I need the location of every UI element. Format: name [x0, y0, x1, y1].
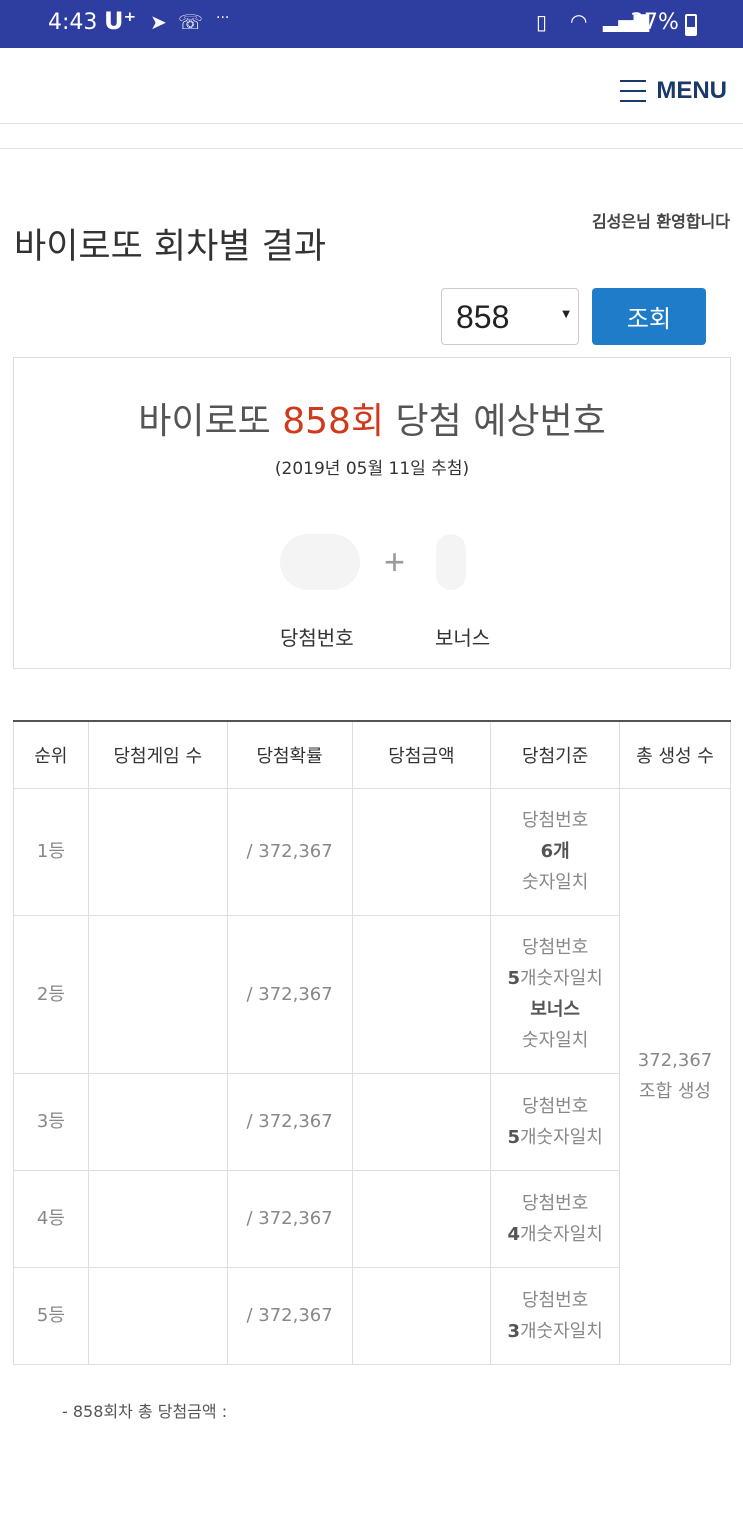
games-cell: [87, 1266, 228, 1365]
bonus-number-label: 보너스: [435, 626, 491, 650]
vibrate-icon: ▯: [536, 10, 548, 34]
rank-cell: 2등: [13, 914, 89, 1074]
menu-label: MENU: [656, 77, 727, 104]
rank-cell: 1등: [13, 787, 89, 916]
games-cell: [87, 1169, 228, 1268]
criteria-line: 숫자일치: [522, 1030, 589, 1051]
total-count: 372,367: [637, 1050, 713, 1071]
probability-cell: / 372,367: [226, 914, 353, 1074]
criteria-line: 5개숫자일치: [491, 963, 619, 994]
plus-icon: +: [384, 541, 406, 582]
send-icon: ➤: [150, 10, 167, 34]
result-title-suffix: 당첨 예상번호: [384, 401, 606, 442]
status-time: 4:43: [48, 10, 98, 35]
search-button[interactable]: 조회: [592, 288, 706, 345]
criteria-count: 5: [507, 1126, 520, 1148]
amount-cell: [351, 1266, 492, 1365]
criteria-cell: 당첨번호 5개숫자일치 보너스 숫자일치: [490, 914, 621, 1074]
round-select-value: 858: [456, 299, 510, 335]
criteria-line: 당첨번호: [522, 1192, 589, 1214]
phone-icon: ☏: [178, 10, 204, 34]
main-number-ball: [280, 534, 360, 590]
header-probability: 당첨확률: [226, 721, 353, 789]
criteria-count: 5: [507, 968, 520, 989]
criteria-count: 6: [540, 841, 554, 862]
criteria-line: 6개: [491, 836, 619, 867]
total-label: 조합 생성: [639, 1081, 711, 1102]
games-cell: [87, 1072, 228, 1171]
criteria-cell: 당첨번호 6개 숫자일치: [490, 787, 621, 916]
result-title-prefix: 바이로또: [138, 401, 283, 442]
total-cell: 372,367 조합 생성: [619, 787, 731, 1365]
criteria-text: 개숫자일치: [520, 1126, 603, 1148]
criteria-text: 개숫자일치: [520, 1223, 603, 1245]
carrier-logo: U⁺: [104, 7, 137, 35]
probability-cell: / 372,367: [226, 1169, 353, 1268]
header-criteria: 당첨기준: [490, 721, 621, 789]
result-panel: 바이로또 858회 당첨 예상번호 (2019년 05월 11일 추첨) + 당…: [13, 357, 731, 669]
criteria-cell: 당첨번호 5개숫자일치: [490, 1072, 621, 1171]
games-cell: [87, 787, 228, 916]
criteria-line: 숫자일치: [522, 872, 589, 893]
wifi-icon: ◠: [570, 9, 588, 33]
rank-cell: 5등: [13, 1266, 89, 1365]
criteria-line: 5개숫자일치: [491, 1122, 619, 1153]
games-cell: [87, 914, 228, 1074]
main-number-label: 당첨번호: [280, 626, 354, 650]
prize-table: 순위 당첨게임 수 당첨확률 당첨금액 당첨기준 총 생성 수 1등 / 372…: [13, 720, 731, 1365]
probability-cell: / 372,367: [226, 787, 353, 916]
more-icon: ···: [216, 10, 230, 26]
criteria-count: 4: [507, 1223, 520, 1245]
welcome-message: 김성은님 환영합니다: [591, 212, 730, 231]
header-games: 당첨게임 수: [87, 721, 228, 789]
amount-cell: [351, 787, 492, 916]
amount-cell: [351, 1169, 492, 1268]
table-header-row: 순위 당첨게임 수 당첨확률 당첨금액 당첨기준 총 생성 수: [13, 721, 731, 789]
battery-icon: [685, 14, 697, 36]
amount-cell: [351, 1072, 492, 1171]
result-round: 858회: [282, 401, 385, 442]
battery-percent: 37%: [630, 10, 679, 35]
amount-cell: [351, 914, 492, 1074]
draw-date: (2019년 05월 11일 추첨): [274, 459, 470, 479]
criteria-text: 개숫자일치: [520, 1320, 603, 1342]
probability-cell: / 372,367: [226, 1266, 353, 1365]
criteria-line: 당첨번호: [522, 1289, 589, 1311]
hamburger-icon: [620, 80, 647, 102]
rank-cell: 3등: [13, 1072, 89, 1171]
site-header: MENU: [0, 48, 743, 124]
header-total: 총 생성 수: [619, 721, 731, 789]
criteria-line: 당첨번호: [522, 937, 589, 958]
round-select[interactable]: 858 ▼: [441, 288, 579, 345]
header-rank: 순위: [13, 721, 89, 789]
criteria-line: 보너스: [491, 994, 619, 1025]
header-amount: 당첨금액: [351, 721, 492, 789]
probability-cell: / 372,367: [226, 1072, 353, 1171]
bonus-number-ball: [436, 534, 466, 590]
rank-cell: 4등: [13, 1169, 89, 1268]
criteria-cell: 당첨번호 4개숫자일치: [490, 1169, 621, 1268]
criteria-text: 개: [553, 841, 570, 862]
criteria-bonus: 보너스: [530, 999, 580, 1020]
criteria-line: 4개숫자일치: [491, 1219, 619, 1250]
page-title: 바이로또 회차별 결과: [14, 227, 327, 267]
criteria-cell: 당첨번호 3개숫자일치: [490, 1266, 621, 1365]
divider: [0, 148, 743, 149]
total-prize-note: - 858회차 총 당첨금액 :: [62, 1402, 228, 1421]
criteria-line: 3개숫자일치: [491, 1316, 619, 1347]
table-row: 1등 / 372,367 당첨번호 6개 숫자일치 372,367 조합 생성: [13, 787, 731, 1365]
criteria-count: 3: [507, 1320, 520, 1342]
menu-button[interactable]: MENU: [620, 76, 727, 106]
status-bar: 4:43 U⁺ ➤ ☏ ··· ▯ ◠ ▂▄▆ 37%: [0, 0, 743, 48]
criteria-line: 당첨번호: [522, 810, 589, 831]
result-title: 바이로또 858회 당첨 예상번호: [14, 392, 730, 444]
chevron-down-icon: ▼: [562, 309, 570, 320]
criteria-text: 개숫자일치: [520, 968, 603, 989]
criteria-line: 당첨번호: [522, 1095, 589, 1117]
